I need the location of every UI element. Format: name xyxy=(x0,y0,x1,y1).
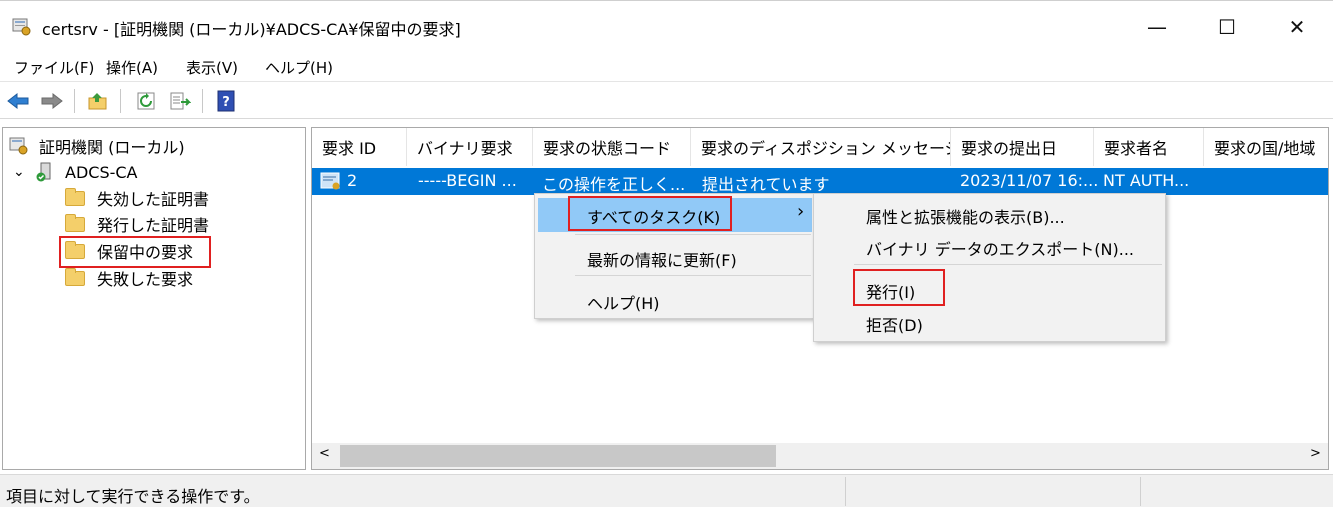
submenu-item-deny[interactable]: 拒否(D) xyxy=(866,312,923,336)
column-header-submitted-date[interactable]: 要求の提出日 xyxy=(951,128,1094,166)
close-button[interactable]: ✕ xyxy=(1262,1,1332,53)
up-folder-icon[interactable] xyxy=(86,89,110,113)
tree-root[interactable]: 証明機関 (ローカル) xyxy=(9,134,185,158)
highlight-box-pending xyxy=(59,236,211,268)
status-divider xyxy=(845,477,846,506)
certsrv-app-icon xyxy=(12,17,32,37)
menu-separator xyxy=(575,275,811,276)
tree-item-issued[interactable]: 発行した証明書 xyxy=(65,212,209,236)
submenu-item-view-attributes[interactable]: 属性と拡張機能の表示(B)... xyxy=(866,204,1065,228)
chevron-down-icon[interactable]: ⌄ xyxy=(13,164,31,180)
column-header-country[interactable]: 要求の国/地域 xyxy=(1204,128,1328,166)
cell-binary-request: -----BEGIN ... xyxy=(418,171,517,190)
cell-requester: NT AUTH... xyxy=(1103,171,1190,190)
toolbar-separator xyxy=(74,89,75,113)
toolbar: ? xyxy=(0,83,1333,119)
menu-view[interactable]: 表示(V) xyxy=(186,57,238,78)
maximize-button[interactable]: ☐ xyxy=(1192,1,1262,53)
minimize-icon: — xyxy=(1147,15,1167,39)
tree-item-failed[interactable]: 失敗した要求 xyxy=(65,266,193,290)
scroll-right-icon[interactable]: > xyxy=(1310,446,1321,461)
menu-separator xyxy=(575,234,811,235)
context-menu: すべてのタスク(K) › 最新の情報に更新(F) ヘルプ(H) xyxy=(534,193,814,319)
folder-icon xyxy=(65,213,85,232)
tree-pane: 証明機関 (ローカル) ⌄ ADCS-CA 失効した証明書 発行した証明書 保留… xyxy=(2,127,306,470)
scrollbar-thumb[interactable] xyxy=(340,445,776,467)
submenu-arrow-icon: › xyxy=(797,201,805,222)
tree-item-label: 失効した証明書 xyxy=(97,190,210,209)
menu-help[interactable]: ヘルプ(H) xyxy=(265,57,333,78)
status-bar: 項目に対して実行できる操作です。 xyxy=(0,474,1333,507)
maximize-icon: ☐ xyxy=(1218,15,1236,39)
tree-item-label: 失敗した要求 xyxy=(97,270,194,289)
server-check-icon xyxy=(35,162,55,182)
cell-disposition: 提出されています xyxy=(702,175,830,194)
help-icon[interactable]: ? xyxy=(214,89,238,113)
back-arrow-icon[interactable] xyxy=(6,89,30,113)
horizontal-scrollbar[interactable]: < > xyxy=(312,443,1328,469)
menu-bar: ファイル(F) 操作(A) 表示(V) ヘルプ(H) xyxy=(0,52,1333,82)
refresh-icon[interactable] xyxy=(134,89,158,113)
close-icon: ✕ xyxy=(1288,15,1306,39)
folder-icon xyxy=(65,267,85,286)
window-title: certsrv - [証明機関 (ローカル)¥ADCS-CA¥保留中の要求] xyxy=(42,20,461,39)
column-header-requester[interactable]: 要求者名 xyxy=(1094,128,1204,166)
context-item-help[interactable]: ヘルプ(H) xyxy=(587,290,660,314)
column-header-binary-request[interactable]: バイナリ要求 xyxy=(407,128,533,166)
column-header-disposition[interactable]: 要求のディスポジション メッセージ xyxy=(691,128,951,166)
cell-request-id: 2 xyxy=(347,171,358,190)
scroll-left-icon[interactable]: < xyxy=(319,446,330,461)
request-row-icon xyxy=(320,171,342,191)
status-text: 項目に対して実行できる操作です。 xyxy=(6,487,260,506)
menu-action[interactable]: 操作(A) xyxy=(106,57,158,78)
status-divider xyxy=(1140,477,1141,506)
highlight-box-all-tasks xyxy=(568,196,732,231)
cert-authority-icon xyxy=(9,136,29,156)
svg-text:?: ? xyxy=(222,95,230,110)
toolbar-separator xyxy=(120,89,121,113)
all-tasks-submenu: 属性と拡張機能の表示(B)... バイナリ データのエクスポート(N)... 発… xyxy=(813,193,1166,342)
context-item-refresh[interactable]: 最新の情報に更新(F) xyxy=(587,247,737,271)
highlight-box-issue xyxy=(853,269,945,306)
column-header-request-id[interactable]: 要求 ID xyxy=(312,128,407,166)
folder-icon xyxy=(65,187,85,206)
menu-file[interactable]: ファイル(F) xyxy=(14,57,94,78)
minimize-button[interactable]: — xyxy=(1122,1,1192,53)
forward-arrow-icon[interactable] xyxy=(40,89,64,113)
export-list-icon[interactable] xyxy=(168,89,192,113)
column-header-status-code[interactable]: 要求の状態コード xyxy=(533,128,691,166)
cell-submitted-date: 2023/11/07 16:... xyxy=(960,171,1099,190)
title-bar: certsrv - [証明機関 (ローカル)¥ADCS-CA¥保留中の要求] —… xyxy=(0,0,1333,52)
tree-item-revoked[interactable]: 失効した証明書 xyxy=(65,186,209,210)
cell-status-code: この操作を正しく... xyxy=(542,175,686,194)
tree-root-label: 証明機関 (ローカル) xyxy=(39,138,185,157)
tree-item-adcs-ca[interactable]: ⌄ ADCS-CA xyxy=(13,160,137,184)
submenu-item-export-binary[interactable]: バイナリ データのエクスポート(N)... xyxy=(866,236,1134,260)
tree-item-label: 発行した証明書 xyxy=(97,216,210,235)
tree-ca-label: ADCS-CA xyxy=(65,162,138,182)
menu-separator xyxy=(854,264,1162,265)
toolbar-separator xyxy=(202,89,203,113)
